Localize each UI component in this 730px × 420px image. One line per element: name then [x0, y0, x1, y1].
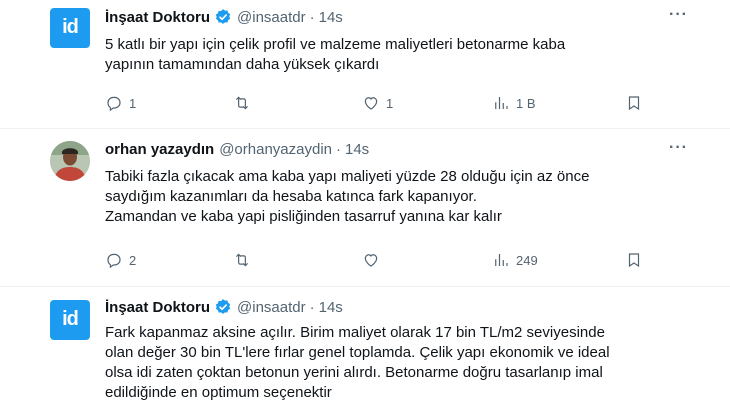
timestamp[interactable]: 14s: [319, 299, 343, 316]
tweet-text: Fark kapanmaz aksine açılır. Birim maliy…: [105, 323, 705, 403]
tweet-line: yapının tamamından daha yüksek çıkardı: [105, 56, 380, 73]
reply-count: 2: [129, 252, 137, 268]
author-handle[interactable]: @insaatdr: [237, 299, 306, 316]
author-avatar[interactable]: id: [50, 300, 90, 340]
tweet-line: Fark kapanmaz aksine açılır. Birim maliy…: [105, 324, 605, 341]
author-avatar[interactable]: [50, 141, 90, 181]
tweet-line: 5 katlı bir yapı için çelik profil ve ma…: [105, 36, 566, 53]
views-button[interactable]: 1 B: [492, 94, 536, 112]
tweet-3[interactable]: id İnşaat Doktoru @insaatdr · 14s Fark k…: [0, 287, 730, 420]
separator-dot: ·: [336, 141, 341, 158]
like-icon: [364, 254, 378, 267]
views-button[interactable]: 249: [492, 251, 538, 269]
bookmark-icon: [628, 253, 640, 268]
bookmark-icon: [628, 96, 640, 111]
verified-badge-icon: [214, 298, 232, 316]
retweet-button[interactable]: [233, 251, 257, 269]
tweet-actions: 2 249: [105, 251, 645, 271]
more-icon[interactable]: ···: [669, 139, 688, 157]
bookmark-button[interactable]: [625, 94, 643, 112]
timestamp[interactable]: 14s: [345, 141, 369, 158]
reply-icon: [107, 253, 121, 269]
tweet-line: edildiğinde en optimum seçenektir: [105, 384, 332, 401]
reply-icon: [107, 96, 121, 112]
author-name[interactable]: orhan yazaydın: [105, 141, 214, 158]
timestamp[interactable]: 14s: [319, 9, 343, 26]
reply-button[interactable]: 1: [105, 94, 136, 112]
like-count: 1: [386, 95, 394, 111]
tweet-header: orhan yazaydın @orhanyazaydin · 14s: [105, 141, 369, 158]
verified-badge-icon: [214, 8, 232, 26]
views-icon: [495, 254, 508, 266]
tweet-line: Tabiki fazla çıkacak ama kaba yapı maliy…: [105, 168, 590, 185]
tweet-header: İnşaat Doktoru @insaatdr · 14s: [105, 298, 343, 316]
separator-dot: ·: [309, 298, 315, 316]
tweet-text: Tabiki fazla çıkacak ama kaba yapı maliy…: [105, 167, 705, 227]
views-icon: [495, 97, 508, 109]
more-icon[interactable]: ···: [669, 6, 688, 24]
avatar-photo-icon: [50, 141, 90, 181]
tweet-line: Zamandan ve kaba yapi pisliğinden tasarr…: [105, 208, 502, 225]
tweet-line: olsa idi zaten çoktan betonun yerini alı…: [105, 364, 603, 381]
tweet-1[interactable]: id İnşaat Doktoru @insaatdr · 14s ··· 5 …: [0, 0, 730, 130]
author-name[interactable]: İnşaat Doktoru: [105, 9, 210, 26]
reply-count: 1: [129, 95, 137, 111]
author-handle[interactable]: @orhanyazaydin: [219, 141, 332, 158]
tweet-line: olan değer 30 bin TL'lere fırlar genel t…: [105, 344, 610, 361]
view-count: 1 B: [516, 95, 536, 111]
reply-button[interactable]: 2: [105, 251, 136, 269]
view-count: 249: [516, 252, 538, 268]
retweet-icon: [235, 96, 249, 110]
bookmark-button[interactable]: [625, 251, 643, 269]
tweet-line: saydığım kazanımları da hesaba katınca f…: [105, 188, 477, 205]
retweet-button[interactable]: [233, 94, 257, 112]
tweet-header: İnşaat Doktoru @insaatdr · 14s: [105, 8, 343, 26]
tweet-text: 5 katlı bir yapı için çelik profil ve ma…: [105, 35, 705, 75]
like-icon: [364, 97, 378, 110]
like-button[interactable]: 1: [362, 94, 393, 112]
tweet-actions: 1 1 1 B: [105, 94, 645, 114]
tweet-2[interactable]: orhan yazaydın @orhanyazaydin · 14s ··· …: [0, 129, 730, 287]
author-name[interactable]: İnşaat Doktoru: [105, 299, 210, 316]
author-handle[interactable]: @insaatdr: [237, 9, 306, 26]
separator-dot: ·: [309, 8, 315, 26]
author-avatar[interactable]: id: [50, 8, 90, 48]
retweet-icon: [235, 253, 249, 267]
like-button[interactable]: [362, 251, 386, 269]
